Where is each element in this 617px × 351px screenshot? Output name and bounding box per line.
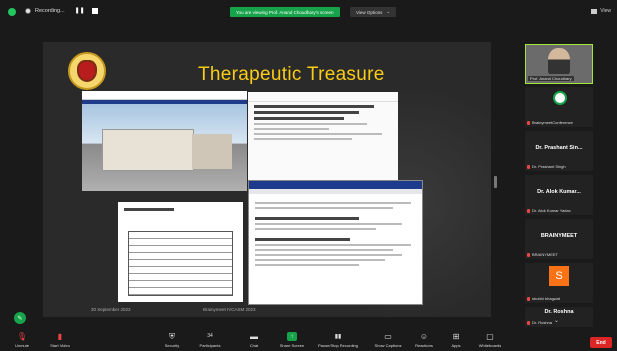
microphone-muted-icon: 🎙	[16, 331, 28, 341]
recording-label: Recording...	[35, 7, 65, 14]
participant-video	[548, 48, 570, 74]
grid-view-icon	[591, 8, 598, 14]
participant-avatar	[553, 91, 567, 105]
website-screenshot	[82, 91, 247, 191]
whiteboards-button[interactable]: ▢ Whiteboards	[468, 332, 512, 348]
view-button[interactable]: View	[591, 8, 611, 14]
muted-mic-icon	[527, 252, 530, 257]
participant-name: Dr. Roshna	[544, 309, 574, 315]
pause-stop-recording-button[interactable]: ▮▮ Pause/Stop Recording	[316, 332, 360, 349]
people-icon: 34	[207, 332, 213, 341]
top-bar: Recording... ❚❚ You are viewing Prof. An…	[0, 0, 617, 24]
captions-icon: ▭	[384, 331, 392, 341]
institute-logo	[68, 52, 106, 90]
slide-footer-date: 30 September 2023	[91, 307, 131, 312]
muted-mic-icon	[527, 120, 530, 125]
viewing-banner: You are viewing Prof. Anand Choudhary's …	[230, 7, 340, 17]
view-options-button[interactable]: View Options ⌄	[350, 7, 397, 17]
shield-icon: ⛨	[169, 331, 175, 341]
participant-tile[interactable]: Dr. Alok Kumar... Dr. Alok Kumar Yadav	[525, 175, 593, 215]
meeting-toolbar: 🎙 Unmute ▮ Start Video ⛨ Security 34 Par…	[0, 329, 617, 351]
participant-avatar: S	[549, 266, 569, 286]
library-screenshot	[248, 180, 423, 305]
smiley-icon: ☺	[419, 331, 429, 341]
participant-label: BrainymeetConference	[527, 120, 573, 125]
participants-count: 34	[207, 333, 213, 339]
view-label: View	[600, 8, 611, 14]
pause-recording-icon[interactable]: ❚❚	[75, 7, 85, 14]
stop-recording-icon[interactable]	[91, 7, 98, 14]
start-video-button[interactable]: ▮ Start Video	[38, 332, 82, 348]
panel-resize-handle[interactable]	[494, 176, 497, 188]
participant-name: BRAINYMEET	[540, 233, 578, 239]
muted-mic-icon	[527, 164, 530, 169]
participant-label: shubhi bhagwat	[527, 296, 560, 301]
participant-label: Dr. Roshna	[527, 320, 552, 325]
participant-label: Prof. Anand Choudhary	[528, 76, 574, 81]
slide-title: Therapeutic Treasure	[198, 64, 385, 85]
participant-label: Dr. Alok Kumar Yadav	[527, 208, 571, 213]
end-meeting-button[interactable]: End	[590, 337, 612, 348]
shared-screen: Therapeutic Treasure 30 September 2023 B…	[43, 42, 491, 317]
whiteboard-icon: ▢	[486, 331, 494, 341]
scroll-down-chevron-icon[interactable]: ⌄	[554, 317, 559, 324]
slide-footer-conference: Brainymeet IVCASM 2023	[203, 307, 256, 312]
participant-tile[interactable]: BRAINYMEET BRAINYMEET	[525, 219, 593, 259]
view-options-label: View Options	[356, 9, 383, 15]
chevron-down-icon: ⌄	[386, 9, 391, 14]
share-screen-button[interactable]: ↑ Share Screen	[270, 332, 314, 348]
apps-icon: ⊞	[452, 331, 460, 341]
participant-tile[interactable]: S shubhi bhagwat	[525, 263, 593, 303]
participant-name: Dr. Alok Kumar...	[537, 189, 581, 195]
chat-bubble-icon: ▬	[250, 331, 258, 341]
pause-icon: ▮▮	[334, 333, 342, 340]
shield-icon[interactable]	[8, 8, 16, 16]
share-screen-icon: ↑	[287, 332, 297, 341]
muted-mic-icon	[527, 296, 530, 301]
record-icon	[25, 7, 31, 14]
participant-tile[interactable]: BrainymeetConference	[525, 87, 593, 127]
participant-label: BRAINYMEET	[527, 252, 558, 257]
participant-label: Dr. Prashant Singh	[527, 164, 566, 169]
participant-tile[interactable]: Prof. Anand Choudhary	[525, 44, 593, 84]
document-screenshot	[118, 202, 243, 302]
participant-tile[interactable]: Dr. Prashant Sin... Dr. Prashant Singh	[525, 131, 593, 171]
recording-indicator: Recording... ❚❚	[25, 7, 98, 14]
participants-button[interactable]: 34 Participants	[188, 332, 232, 349]
annotate-pencil-icon[interactable]: ✎	[14, 312, 26, 324]
camera-off-icon: ▮	[57, 331, 63, 341]
participant-name: Dr. Prashant Sin...	[535, 145, 583, 151]
zoom-meeting-window: Recording... ❚❚ You are viewing Prof. An…	[0, 0, 617, 351]
muted-mic-icon	[527, 320, 530, 325]
muted-mic-icon	[527, 208, 530, 213]
